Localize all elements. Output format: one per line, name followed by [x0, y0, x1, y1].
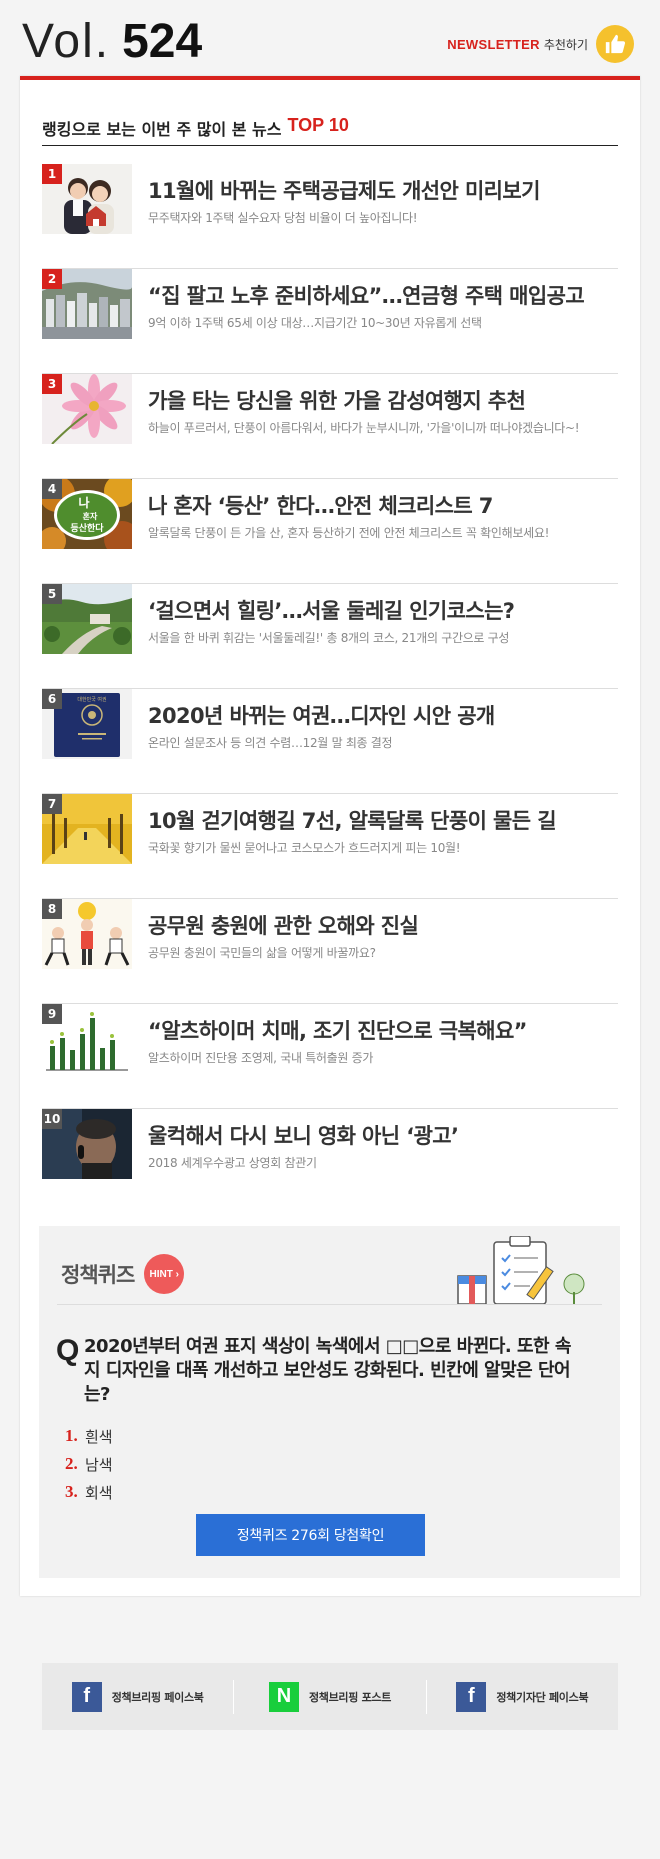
news-title[interactable]: “집 팔고 노후 준비하세요”…연금형 주택 매입공고: [148, 280, 585, 310]
news-subtitle: 국화꽃 향기가 물씬 묻어나고 코스모스가 흐드러지게 피는 10월!: [148, 841, 461, 855]
option-number: 3.: [65, 1482, 78, 1501]
quiz-question: 2020년부터 여권 표지 색상이 녹색에서 □□으로 바뀐다. 또한 속지 디…: [84, 1336, 571, 1405]
quiz-divider: [57, 1304, 602, 1305]
ranking-title-text: 랭킹으로 보는 이번 주 많이 본 뉴스: [42, 120, 282, 139]
question-mark-label: Q: [56, 1334, 80, 1367]
vol-number: 524: [122, 15, 203, 68]
news-subtitle: 무주택자와 1주택 실수요자 당첨 비율이 더 높아집니다!: [148, 211, 418, 225]
newsletter-header: Vol. 524 NEWSLETTER 추천하기: [0, 0, 660, 80]
news-item-2[interactable]: 2 “집 팔고 노후 준비하세요”…연금형 주택 매입공고 9억 이하 1주택 …: [42, 269, 618, 374]
social-footer: f 정책브리핑 페이스북 N 정책브리핑 포스트 f 정책기자단 페이스북: [42, 1663, 618, 1730]
badge-text-1: 나: [78, 495, 89, 510]
news-thumbnail[interactable]: 8: [42, 899, 132, 969]
news-subtitle: 공무원 충원이 국민들의 삶을 어떻게 바꿀까요?: [148, 946, 376, 960]
quiz-option-2[interactable]: 2. 남색: [65, 1450, 113, 1478]
news-title[interactable]: 나 혼자 ‘등산’ 한다…안전 체크리스트 7: [148, 490, 493, 520]
checklist-illustration-icon: [450, 1235, 590, 1308]
ranking-section-title: 랭킹으로 보는 이번 주 많이 본 뉴스 TOP 10: [42, 116, 618, 146]
quiz-option-3[interactable]: 3. 회색: [65, 1478, 113, 1506]
news-subtitle: 9억 이하 1주택 65세 이상 대상…지급기간 10~30년 자유롭게 선택: [148, 316, 482, 330]
news-item-10[interactable]: 10 울컥해서 다시 보니 영화 아닌 ‘광고’ 2018 세계우수광고 상영회…: [42, 1109, 618, 1214]
news-thumbnail[interactable]: 10: [42, 1109, 132, 1179]
badge-text-3: 등산한다: [70, 522, 104, 534]
volume-label: Vol. 524: [22, 14, 202, 70]
news-subtitle: 2018 세계우수광고 상영회 참관기: [148, 1156, 317, 1170]
news-item-3[interactable]: 3 가을 타는 당신을 위한 가을 감성여행지 추천 하늘이 푸르러서, 단풍이…: [42, 374, 618, 479]
footer-link-reporters-facebook[interactable]: f 정책기자단 페이스북: [427, 1680, 618, 1714]
news-title[interactable]: “알츠하이머 치매, 조기 진단으로 극복해요”: [148, 1015, 527, 1045]
news-ranking-list: 1 11월에 바뀌는 주택공급제도 개선안 미리보기 무주택자와 1주택 실수요…: [42, 164, 618, 1214]
rank-badge: 1: [42, 164, 62, 184]
quiz-option-1[interactable]: 1. 흰색: [65, 1422, 113, 1450]
news-item-7[interactable]: 7 10월 걷기여행길 7선, 알록달록 단풍이 물든 길 국화꽃 향기가 물씬…: [42, 794, 618, 899]
news-subtitle: 서울을 한 바퀴 휘감는 '서울둘레길!' 총 8개의 코스, 21개의 구간으…: [148, 631, 510, 645]
newsletter-label: NEWSLETTER: [447, 36, 540, 52]
option-number: 1.: [65, 1426, 78, 1445]
news-item-4[interactable]: 나 혼자 등산한다 4 나 혼자 ‘등산’ 한다…안전 체크리스트 7 알록달록…: [42, 479, 618, 584]
recommend-label: 추천하기: [543, 37, 588, 52]
news-subtitle: 하늘이 푸르러서, 단풍이 아름다워서, 바다가 눈부시니까, '가을'이니까 …: [148, 421, 580, 435]
news-item-5[interactable]: 5 ‘걸으면서 힐링’…서울 둘레길 인기코스는? 서울을 한 바퀴 휘감는 '…: [42, 584, 618, 689]
quiz-header: 정책퀴즈 HINT ›: [61, 1254, 185, 1294]
news-thumbnail[interactable]: 5: [42, 584, 132, 654]
ranking-title-highlight: TOP 10: [287, 115, 349, 135]
rank-badge: 8: [42, 899, 62, 919]
news-thumbnail[interactable]: 대한민국 여권 6: [42, 689, 132, 759]
option-text: 회색: [85, 1483, 113, 1502]
rank-badge: 9: [42, 1004, 62, 1024]
option-text: 남색: [85, 1455, 113, 1474]
rank-badge: 6: [42, 689, 62, 709]
recommend-newsletter-link[interactable]: NEWSLETTER 추천하기: [447, 25, 634, 63]
main-card: 랭킹으로 보는 이번 주 많이 본 뉴스 TOP 10 1 11월에 바뀌는 주…: [20, 76, 640, 1596]
hint-label: HINT: [149, 1268, 173, 1280]
hint-button[interactable]: HINT ›: [144, 1254, 185, 1294]
footer-link-label: 정책기자단 페이스북: [496, 1690, 589, 1704]
rank-badge: 2: [42, 269, 62, 289]
news-thumbnail[interactable]: 7: [42, 794, 132, 864]
news-title[interactable]: 2020년 바뀌는 여권…디자인 시안 공개: [148, 700, 495, 730]
badge-text-2: 혼자: [83, 511, 98, 521]
thumbs-up-icon[interactable]: [596, 25, 634, 63]
rank-badge: 10: [42, 1109, 62, 1129]
quiz-options: 1. 흰색 2. 남색 3. 회색: [65, 1422, 113, 1506]
news-title[interactable]: 공무원 충원에 관한 오해와 진실: [148, 910, 419, 940]
news-thumbnail[interactable]: 1: [42, 164, 132, 234]
news-thumbnail[interactable]: 3: [42, 374, 132, 444]
facebook-icon: f: [71, 1681, 102, 1712]
footer-link-label: 정책브리핑 포스트: [308, 1690, 392, 1704]
news-thumbnail[interactable]: 9: [42, 1004, 132, 1074]
news-title[interactable]: 10월 걷기여행길 7선, 알록달록 단풍이 물든 길: [148, 805, 557, 835]
rank-badge: 4: [42, 479, 62, 499]
footer-link-briefing-facebook[interactable]: f 정책브리핑 페이스북: [42, 1679, 235, 1714]
naver-icon: N: [268, 1681, 299, 1712]
news-thumbnail[interactable]: 2: [42, 269, 132, 339]
facebook-icon: f: [456, 1681, 487, 1712]
vol-prefix: Vol.: [22, 15, 111, 68]
quiz-winner-check-button[interactable]: 정책퀴즈 276회 당첨확인: [196, 1514, 425, 1556]
news-subtitle: 온라인 설문조사 등 의견 수렴…12월 말 최종 결정: [148, 736, 393, 750]
news-thumbnail[interactable]: 나 혼자 등산한다 4: [42, 479, 132, 549]
footer-link-label: 정책브리핑 페이스북: [111, 1690, 204, 1704]
news-subtitle: 알록달록 단풍이 든 가을 산, 혼자 등산하기 전에 안전 체크리스트 꼭 확…: [148, 526, 550, 540]
news-title[interactable]: ‘걸으면서 힐링’…서울 둘레길 인기코스는?: [148, 595, 515, 625]
news-title[interactable]: 가을 타는 당신을 위한 가을 감성여행지 추천: [148, 385, 526, 415]
passport-label: 대한민국 여권: [77, 696, 107, 703]
news-subtitle: 알츠하이머 진단용 조영제, 국내 특허출원 증가: [148, 1051, 374, 1065]
option-text: 흰색: [85, 1427, 113, 1446]
news-item-1[interactable]: 1 11월에 바뀌는 주택공급제도 개선안 미리보기 무주택자와 1주택 실수요…: [42, 164, 618, 269]
news-title[interactable]: 11월에 바뀌는 주택공급제도 개선안 미리보기: [148, 175, 540, 205]
rank-badge: 7: [42, 794, 62, 814]
quiz-title: 정책퀴즈: [61, 1263, 135, 1287]
news-item-8[interactable]: 8 공무원 충원에 관한 오해와 진실 공무원 충원이 국민들의 삶을 어떻게 …: [42, 899, 618, 1004]
policy-quiz-section: 정책퀴즈 HINT › Q 2020년부터 여권 표지 색상이 녹색에서 □□으…: [39, 1226, 620, 1578]
rank-badge: 3: [42, 374, 62, 394]
news-item-9[interactable]: 9 “알츠하이머 치매, 조기 진단으로 극복해요” 알츠하이머 진단용 조영제…: [42, 1004, 618, 1109]
rank-badge: 5: [42, 584, 62, 604]
option-number: 2.: [65, 1454, 78, 1473]
news-title[interactable]: 울컥해서 다시 보니 영화 아닌 ‘광고’: [148, 1120, 459, 1150]
footer-link-briefing-post[interactable]: N 정책브리핑 포스트: [234, 1679, 427, 1714]
news-item-6[interactable]: 대한민국 여권 6 2020년 바뀌는 여권…디자인 시안 공개 온라인 설문조…: [42, 689, 618, 794]
